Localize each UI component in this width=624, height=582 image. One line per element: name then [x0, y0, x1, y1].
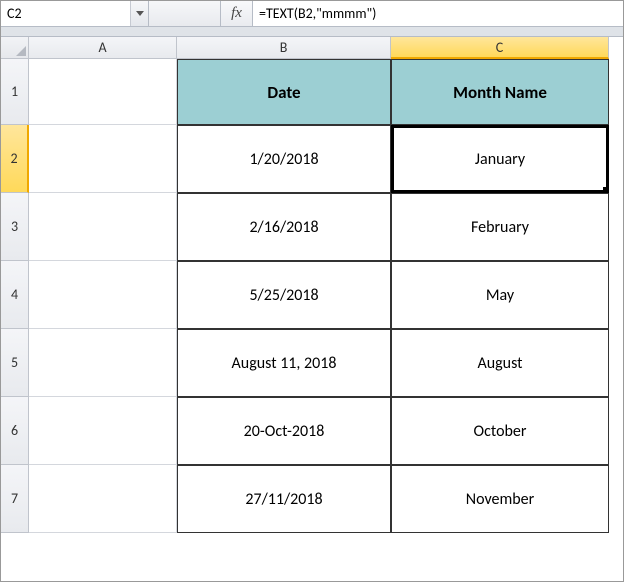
formula-bar-spacer: [149, 1, 221, 26]
row-headers: 1 2 3 4 5 6 7: [1, 59, 29, 533]
col-header-b[interactable]: B: [177, 37, 391, 59]
cell-b3[interactable]: 2/16/2018: [177, 193, 391, 261]
row-header-2[interactable]: 2: [1, 125, 29, 193]
row-header-5[interactable]: 5: [1, 329, 29, 397]
column-headers: A B C: [29, 37, 623, 59]
spreadsheet-grid: 1 2 3 4 5 6 7 A B C Date Month Name: [1, 37, 623, 581]
cell-a3[interactable]: [29, 193, 177, 261]
row-header-3[interactable]: 3: [1, 193, 29, 261]
cell-a4[interactable]: [29, 261, 177, 329]
row-header-1[interactable]: 1: [1, 59, 29, 125]
formula-bar-divider: [1, 27, 623, 37]
formula-bar: C2 fx =TEXT(B2,"mmmm"): [1, 1, 623, 27]
name-box[interactable]: C2: [1, 1, 130, 26]
name-box-dropdown[interactable]: [130, 1, 148, 26]
cell-c5[interactable]: August: [391, 329, 609, 397]
cells-area[interactable]: Date Month Name 1/20/2018 January 2/16/2…: [29, 59, 623, 581]
cell-b2[interactable]: 1/20/2018: [177, 125, 391, 193]
cell-c3[interactable]: February: [391, 193, 609, 261]
cell-c7[interactable]: November: [391, 465, 609, 533]
cell-a5[interactable]: [29, 329, 177, 397]
cell-c1[interactable]: Month Name: [391, 59, 609, 125]
cell-c6[interactable]: October: [391, 397, 609, 465]
select-all-corner[interactable]: [1, 37, 29, 59]
cell-a6[interactable]: [29, 397, 177, 465]
insert-function-button[interactable]: fx: [221, 1, 253, 26]
name-box-wrap: C2: [1, 1, 149, 26]
cell-c2[interactable]: January: [391, 125, 609, 193]
cell-b7[interactable]: 27/11/2018: [177, 465, 391, 533]
row-header-6[interactable]: 6: [1, 397, 29, 465]
row-header-7[interactable]: 7: [1, 465, 29, 533]
col-header-a[interactable]: A: [29, 37, 177, 59]
chevron-down-icon: [136, 11, 144, 16]
cell-b1[interactable]: Date: [177, 59, 391, 125]
formula-input[interactable]: =TEXT(B2,"mmmm"): [253, 1, 623, 26]
cell-b6[interactable]: 20-Oct-2018: [177, 397, 391, 465]
cell-a7[interactable]: [29, 465, 177, 533]
row-header-4[interactable]: 4: [1, 261, 29, 329]
col-header-c[interactable]: C: [391, 37, 609, 59]
cell-c4[interactable]: May: [391, 261, 609, 329]
cell-a2[interactable]: [29, 125, 177, 193]
cell-b4[interactable]: 5/25/2018: [177, 261, 391, 329]
cell-a1[interactable]: [29, 59, 177, 125]
cell-b5[interactable]: August 11, 2018: [177, 329, 391, 397]
